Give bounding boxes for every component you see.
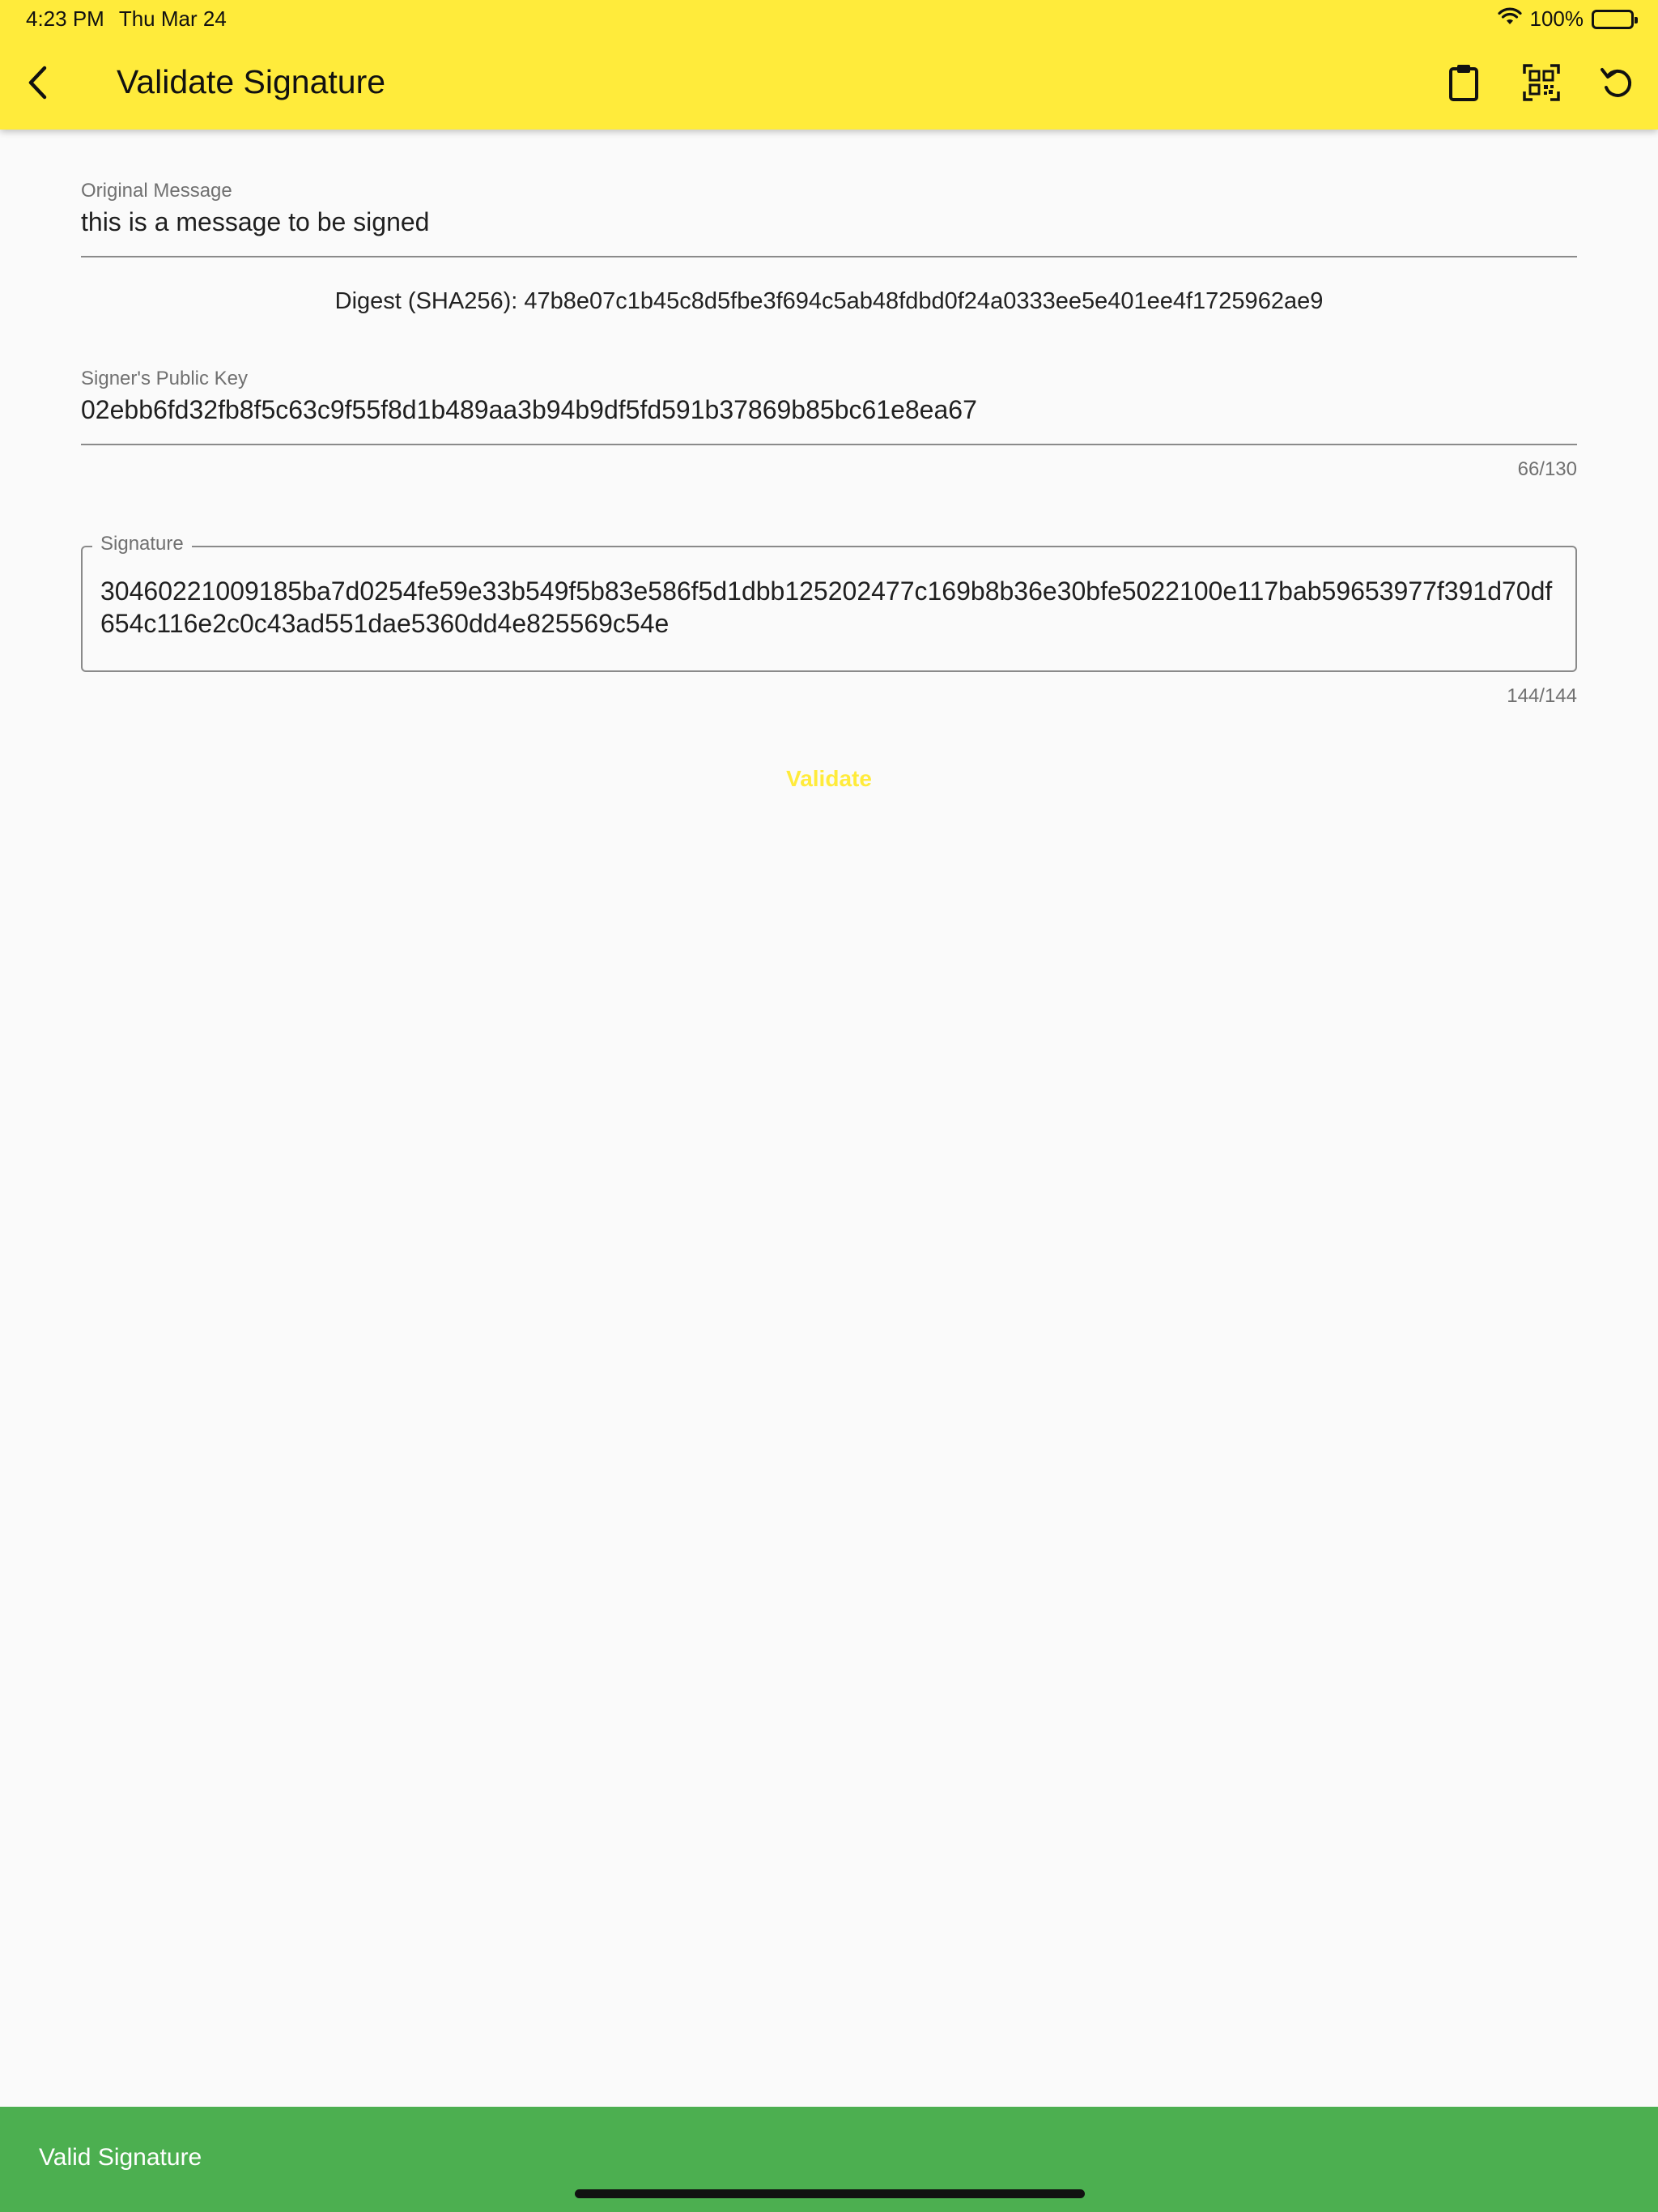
- home-indicator[interactable]: [575, 2189, 1085, 2198]
- page-title: Validate Signature: [117, 63, 386, 100]
- status-bar-left: 4:23 PM Thu Mar 24: [26, 6, 227, 32]
- app-bar: 4:23 PM Thu Mar 24 100% Validate Signatur…: [0, 0, 1658, 130]
- original-message-underline: [81, 256, 1577, 257]
- battery-icon: [1592, 9, 1638, 29]
- public-key-counter: 66/130: [1517, 458, 1577, 480]
- chevron-left-icon: [25, 65, 49, 104]
- digest-text: Digest (SHA256): 47b8e07c1b45c8d5fbe3f69…: [334, 288, 1324, 314]
- signature-counter: 144/144: [1507, 685, 1577, 707]
- signature-value[interactable]: 30460221009185ba7d0254fe59e33b549f5b83e5…: [100, 575, 1558, 640]
- scan-qr-button[interactable]: [1519, 62, 1564, 107]
- clipboard-icon: [1448, 63, 1480, 106]
- signature-label: Signature: [92, 533, 192, 555]
- original-message-label: Original Message: [81, 180, 232, 202]
- back-button[interactable]: [18, 62, 57, 107]
- public-key-input[interactable]: 02ebb6fd32fb8f5c63c9f55f8d1b489aa3b94b9d…: [81, 395, 977, 425]
- public-key-underline: [81, 444, 1577, 445]
- wifi-icon: [1497, 6, 1522, 32]
- validate-signature-screen: 4:23 PM Thu Mar 24 100% Validate Signatur…: [0, 0, 1658, 2212]
- reset-button[interactable]: [1595, 62, 1640, 107]
- status-bar-right: 100%: [1497, 6, 1638, 32]
- original-message-input[interactable]: this is a message to be signed: [81, 207, 429, 237]
- status-time: 4:23 PM: [26, 6, 104, 31]
- paste-button[interactable]: [1441, 62, 1486, 107]
- status-date: Thu Mar 24: [118, 6, 227, 31]
- snackbar-message: Valid Signature: [39, 2144, 202, 2171]
- public-key-label: Signer's Public Key: [81, 368, 249, 389]
- qr-scan-icon: [1523, 63, 1560, 105]
- refresh-icon: [1600, 65, 1635, 104]
- battery-percent: 100%: [1529, 6, 1584, 31]
- validate-button[interactable]: Validate: [748, 759, 910, 798]
